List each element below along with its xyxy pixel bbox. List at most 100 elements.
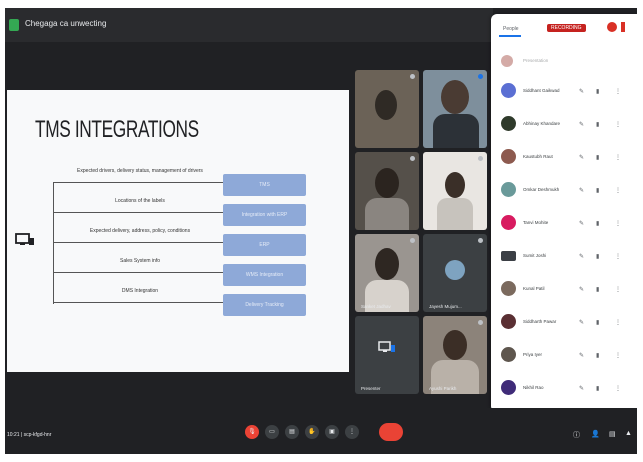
- pin-icon[interactable]: ▮: [596, 88, 599, 95]
- mic-icon[interactable]: ✎: [579, 319, 584, 326]
- slide-pill: Delivery Tracking: [223, 294, 306, 316]
- participant-name: Omkar Deshmukh: [523, 187, 560, 192]
- slide-pill: Integration with ERP: [223, 204, 306, 226]
- chat-icon[interactable]: ▤: [609, 430, 616, 438]
- end-call-button[interactable]: [379, 423, 403, 441]
- more-icon[interactable]: ⋮: [615, 88, 621, 95]
- people-list-item[interactable]: Omkar Deshmukh ✎ ▮ ⋮: [497, 175, 631, 205]
- more-icon[interactable]: ⋮: [615, 385, 621, 392]
- slide-row-label: Expected drivers, delivery status, manag…: [77, 168, 203, 174]
- participant-name: Siddharth Pawar: [523, 319, 557, 324]
- meet-window: Chegaga ca unwecting TMS INTEGRATIONS Ex…: [5, 8, 637, 454]
- more-icon[interactable]: ⋮: [615, 154, 621, 161]
- more-icon[interactable]: ⋮: [615, 253, 621, 260]
- mic-icon[interactable]: ✎: [579, 121, 584, 128]
- pin-icon[interactable]: ▮: [596, 286, 599, 293]
- people-list-item[interactable]: Sumit Joshi ✎ ▮ ⋮: [497, 241, 631, 271]
- meeting-time-code: 10:21 | scp-kfgd-hnr: [7, 432, 52, 438]
- participant-tile[interactable]: Sanket Jadhav: [355, 234, 419, 312]
- more-icon[interactable]: ⋮: [615, 286, 621, 293]
- slide-row-line: [53, 302, 227, 304]
- mic-icon: [478, 74, 483, 79]
- participant-name: Presentation: [523, 58, 549, 63]
- avatar: [501, 55, 513, 67]
- people-list-item[interactable]: Kunal Patil ✎ ▮ ⋮: [497, 274, 631, 304]
- top-bar: Chegaga ca unwecting: [5, 8, 493, 42]
- people-list-item[interactable]: Priya Iyer ✎ ▮ ⋮: [497, 340, 631, 370]
- more-options-button[interactable]: ⋮: [345, 425, 359, 439]
- more-icon[interactable]: ⋮: [615, 220, 621, 227]
- participant-tile[interactable]: Jayesh Mujum...: [423, 234, 487, 312]
- participant-name: Sumit Joshi: [523, 253, 547, 258]
- meeting-title: Chegaga ca unwecting: [25, 19, 107, 28]
- mic-icon[interactable]: ✎: [579, 253, 584, 260]
- raise-hand-icon[interactable]: [607, 22, 617, 32]
- mic-icon[interactable]: ✎: [579, 154, 584, 161]
- avatar: [501, 347, 516, 362]
- tab-people[interactable]: People: [503, 26, 519, 32]
- slide-pill: TMS: [223, 174, 306, 196]
- participant-name: Presenter: [361, 386, 381, 391]
- present-button[interactable]: ▣: [325, 425, 339, 439]
- info-icon[interactable]: ⓘ: [573, 430, 580, 440]
- people-panel: People RECORDING Presentation Siddhant G…: [491, 14, 637, 412]
- pin-icon[interactable]: ▮: [596, 253, 599, 260]
- participant-tile[interactable]: Ayushi Parikh: [423, 316, 487, 394]
- people-icon[interactable]: 👤: [591, 430, 600, 438]
- people-list-item[interactable]: Siddharth Pawar ✎ ▮ ⋮: [497, 307, 631, 337]
- camera-button[interactable]: ▭: [265, 425, 279, 439]
- mic-off-button[interactable]: 🎙: [245, 425, 259, 439]
- pin-icon[interactable]: ▮: [596, 121, 599, 128]
- panel-close-icon[interactable]: [621, 22, 625, 32]
- more-icon[interactable]: ⋮: [615, 319, 621, 326]
- avatar: [501, 281, 516, 296]
- mic-icon[interactable]: ✎: [579, 220, 584, 227]
- slide-row-line: [53, 182, 227, 184]
- raise-hand-button[interactable]: ✋: [305, 425, 319, 439]
- avatar: [501, 182, 516, 197]
- mic-icon[interactable]: ✎: [579, 286, 584, 293]
- people-list-item[interactable]: Tanvi Mohite ✎ ▮ ⋮: [497, 208, 631, 238]
- slide-row-line: [53, 212, 227, 214]
- activities-icon[interactable]: ▲: [625, 430, 632, 437]
- mic-icon[interactable]: ✎: [579, 88, 584, 95]
- tab-indicator: [499, 35, 521, 37]
- participant-tile[interactable]: Presenter: [355, 316, 419, 394]
- participant-tile[interactable]: [423, 152, 487, 230]
- more-icon[interactable]: ⋮: [615, 352, 621, 359]
- mic-icon[interactable]: ✎: [579, 187, 584, 194]
- pin-icon[interactable]: ▮: [596, 220, 599, 227]
- participant-video: [445, 172, 465, 198]
- participant-tile[interactable]: [355, 70, 419, 148]
- screenshot-frame: Chegaga ca unwecting TMS INTEGRATIONS Ex…: [0, 0, 643, 462]
- participant-tile[interactable]: [423, 70, 487, 148]
- meet-logo-icon: [9, 19, 19, 31]
- captions-button[interactable]: ▤: [285, 425, 299, 439]
- pin-icon[interactable]: ▮: [596, 319, 599, 326]
- pin-icon[interactable]: ▮: [596, 385, 599, 392]
- mic-icon[interactable]: ✎: [579, 385, 584, 392]
- slide-row-line: [53, 272, 227, 274]
- participant-tile[interactable]: [355, 152, 419, 230]
- avatar: [501, 380, 516, 395]
- avatar-icon: [445, 260, 465, 280]
- pin-icon[interactable]: ▮: [596, 187, 599, 194]
- participant-body: [365, 198, 409, 230]
- slide-row-label: Expected delivery, address, policy, cond…: [89, 228, 191, 234]
- mic-icon: [478, 320, 483, 325]
- mic-icon[interactable]: ✎: [579, 352, 584, 359]
- participant-name: Priya Iyer: [523, 352, 543, 357]
- people-list-item[interactable]: Siddhant Gaikwad ✎ ▮ ⋮: [497, 76, 631, 106]
- participant-name: Tanvi Mohite: [523, 220, 549, 225]
- avatar: [501, 83, 516, 98]
- participant-name: Jayesh Mujum...: [429, 304, 462, 309]
- people-list-item[interactable]: Kaustubh Raut ✎ ▮ ⋮: [497, 142, 631, 172]
- people-list-item[interactable]: Nikhil Rao ✎ ▮ ⋮: [497, 373, 631, 403]
- people-list-item[interactable]: Abhinay Khandare ✎ ▮ ⋮: [497, 109, 631, 139]
- pin-icon[interactable]: ▮: [596, 154, 599, 161]
- screen-share-icon: [378, 341, 395, 352]
- slide-row-label: DMS Integration: [121, 288, 159, 294]
- more-icon[interactable]: ⋮: [615, 187, 621, 194]
- pin-icon[interactable]: ▮: [596, 352, 599, 359]
- more-icon[interactable]: ⋮: [615, 121, 621, 128]
